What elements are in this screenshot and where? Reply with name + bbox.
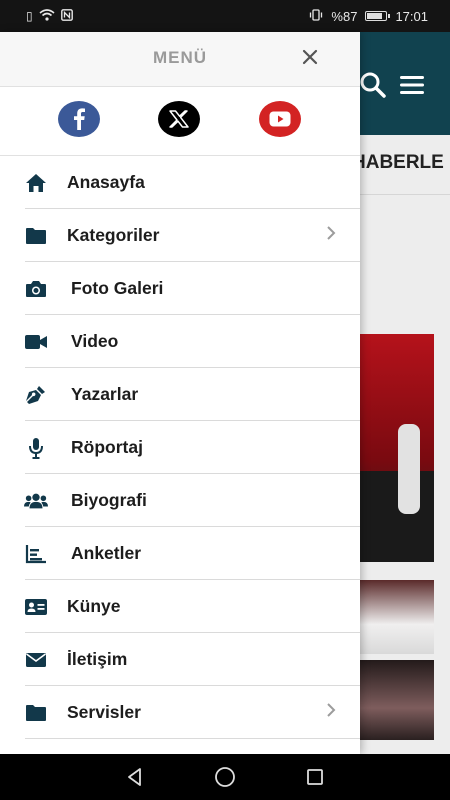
back-triangle-icon	[128, 768, 141, 786]
wifi-icon	[39, 8, 55, 24]
hamburger-menu-icon[interactable]	[398, 70, 426, 105]
x-logo-icon	[169, 110, 189, 128]
menu-item-label: Servisler	[67, 702, 141, 722]
news-photo[interactable]	[358, 660, 434, 740]
news-photo[interactable]	[358, 334, 434, 562]
menu-item-kunye[interactable]: Künye	[0, 580, 360, 633]
battery-fill	[367, 13, 383, 19]
menu-item-label: İletişim	[67, 649, 128, 669]
pen-nib-icon	[24, 384, 48, 406]
clock: 17:01	[395, 8, 428, 24]
menu-item-biyografi[interactable]: Biyografi	[0, 474, 360, 527]
menu-item-label: Foto Galeri	[71, 278, 164, 298]
system-navigation-bar	[0, 754, 450, 800]
recents-button[interactable]	[300, 762, 330, 792]
home-button[interactable]	[210, 762, 240, 792]
envelope-icon	[24, 649, 48, 671]
menu-item-yazarlar[interactable]: Yazarlar	[0, 368, 360, 421]
chevron-right-icon	[326, 225, 336, 246]
chevron-right-icon	[326, 702, 336, 723]
home-icon	[24, 172, 48, 194]
video-camera-icon	[24, 331, 48, 353]
menu-item-servisler[interactable]: Servisler	[0, 686, 360, 739]
folder-icon	[24, 702, 48, 724]
id-card-icon	[24, 596, 48, 618]
nfc-icon	[60, 8, 73, 24]
menu-item-label: Röportaj	[71, 437, 143, 457]
vibrate-icon	[309, 8, 323, 24]
battery-icon	[365, 11, 391, 21]
menu-item-kategoriler[interactable]: Kategoriler	[0, 209, 360, 262]
menu-item-anasayfa[interactable]: Anasayfa	[0, 156, 360, 209]
drawer-header: MENÜ	[0, 32, 360, 87]
menu-item-label: Anasayfa	[67, 172, 145, 192]
divider	[360, 194, 450, 195]
menu-item-label: Biyografi	[71, 490, 147, 510]
close-icon	[302, 49, 318, 65]
users-icon	[24, 490, 48, 512]
battery-percent: %87	[331, 8, 358, 24]
close-button[interactable]	[298, 45, 322, 69]
menu-item-label: Yazarlar	[71, 384, 139, 404]
menu-item-label: Künye	[67, 596, 121, 616]
search-icon[interactable]	[358, 70, 388, 105]
back-button[interactable]	[120, 762, 150, 792]
x-button[interactable]	[158, 101, 200, 137]
youtube-icon	[269, 111, 291, 127]
navigation-drawer: MENÜ Anasayfa Kategoriler Foto Galeri Vi…	[0, 32, 360, 754]
menu-item-label: Kategoriler	[67, 225, 160, 245]
menu-item-label: Anketler	[71, 543, 142, 563]
social-links	[0, 87, 360, 156]
folder-icon	[24, 225, 48, 247]
facebook-icon	[74, 108, 85, 130]
youtube-button[interactable]	[259, 101, 301, 137]
menu-item-roportaj[interactable]: Röportaj	[0, 421, 360, 474]
recents-square-icon	[307, 769, 323, 785]
sim-icon: ▯	[26, 9, 33, 23]
menu-item-video[interactable]: Video	[0, 315, 360, 368]
menu-item-anketler[interactable]: Anketler	[0, 527, 360, 580]
camera-icon	[24, 278, 48, 300]
home-circle-icon	[215, 767, 235, 787]
news-photo[interactable]	[358, 580, 434, 654]
menu-item-label: Video	[71, 331, 119, 351]
bar-chart-icon	[24, 543, 48, 565]
facebook-button[interactable]	[58, 101, 100, 137]
menu-item-iletisim[interactable]: İletişim	[0, 633, 360, 686]
section-heading: HABERLE	[352, 152, 444, 173]
microphone-icon	[24, 437, 48, 459]
status-bar: ▯ %87 17:01	[0, 0, 450, 32]
menu-item-foto-galeri[interactable]: Foto Galeri	[0, 262, 360, 315]
menu-list: Anasayfa Kategoriler Foto Galeri Video Y…	[0, 156, 360, 739]
